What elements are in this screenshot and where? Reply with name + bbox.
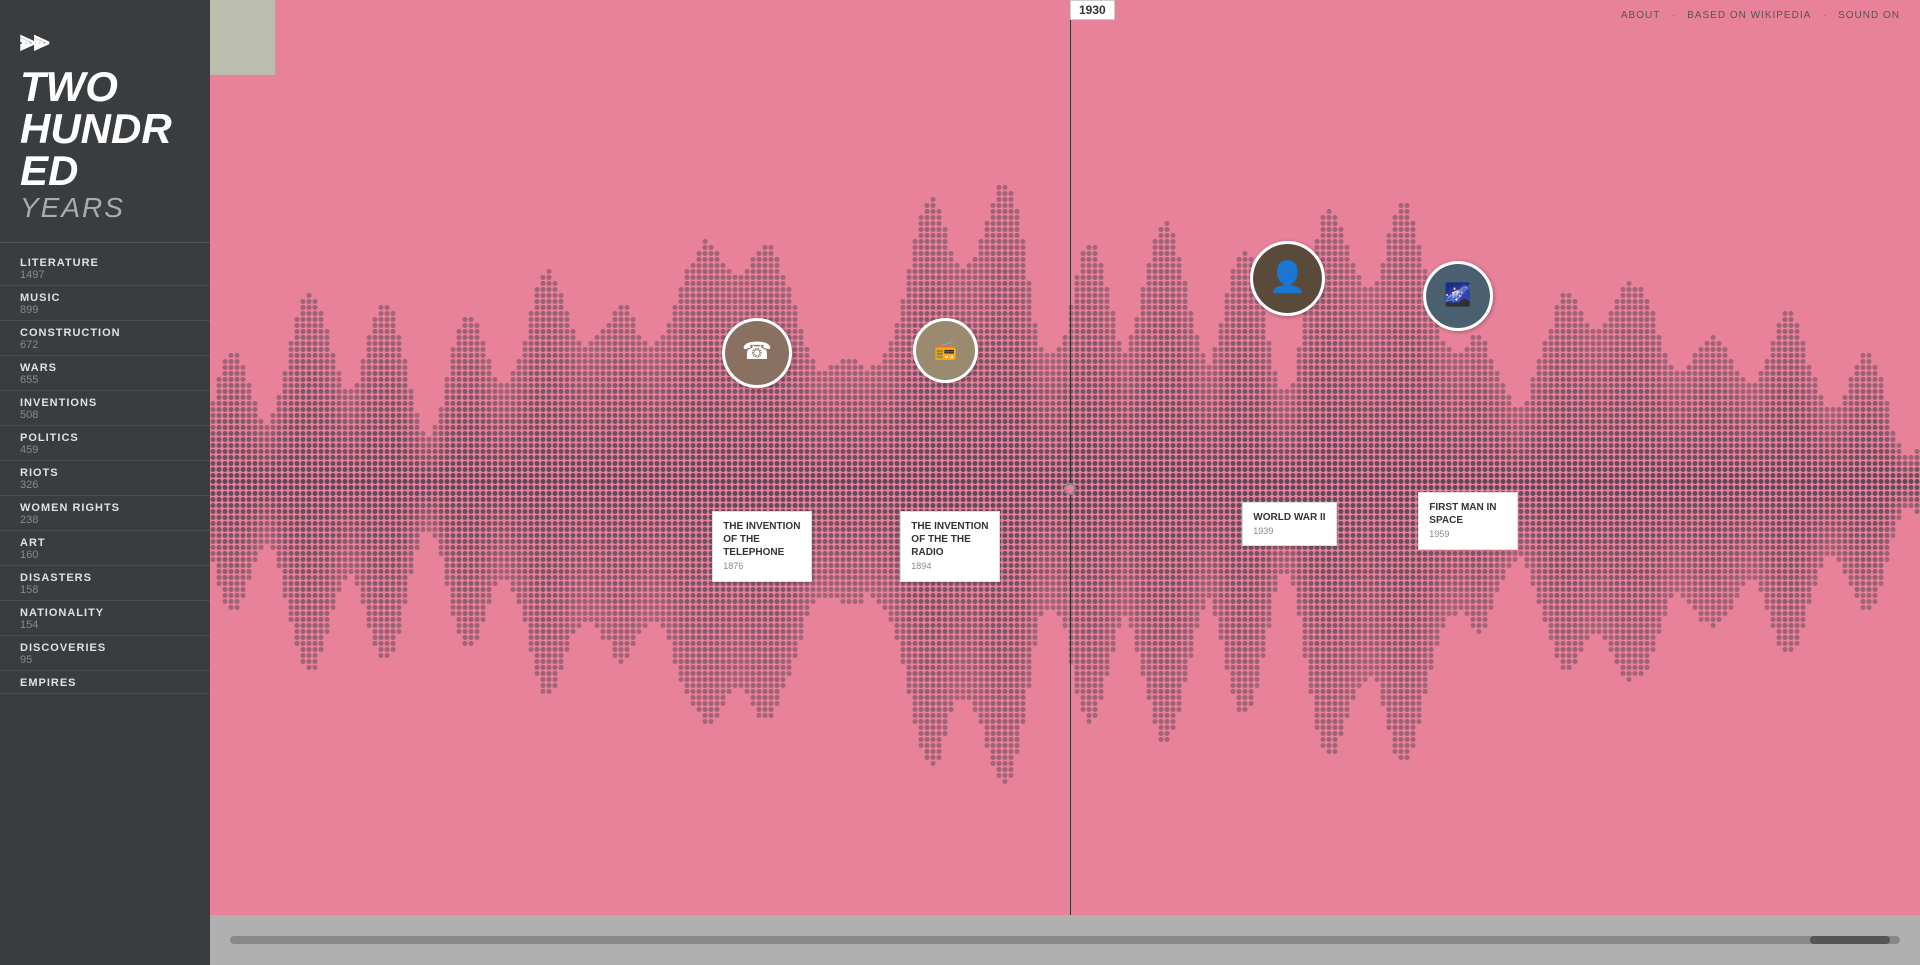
sidebar-item-music[interactable]: MUSIC 899 bbox=[0, 286, 210, 321]
event-card-telephone[interactable]: THE INVENTION OF THE TELEPHONE 1876 bbox=[712, 511, 812, 582]
waveform-svg bbox=[210, 50, 1920, 915]
event-title-radio: THE INVENTION OF THE THE RADIO bbox=[911, 521, 988, 558]
sidebar-count-construction: 672 bbox=[20, 339, 190, 351]
scrollbar-track[interactable] bbox=[230, 936, 1900, 944]
app-subtitle: YEARS bbox=[20, 192, 190, 224]
sidebar-label-nationality: NATIONALITY bbox=[20, 607, 190, 619]
sidebar-item-wars[interactable]: WARS 655 bbox=[0, 356, 210, 391]
sidebar-item-art[interactable]: ART 160 bbox=[0, 531, 210, 566]
sidebar-label-women-rights: WOMEN RIGHTS bbox=[20, 502, 190, 514]
event-title-telephone: THE INVENTION OF THE TELEPHONE bbox=[723, 521, 800, 558]
sidebar-count-discoveries: 95 bbox=[20, 654, 190, 666]
sidebar-item-women-rights[interactable]: WOMEN RIGHTS 238 bbox=[0, 496, 210, 531]
sidebar-label-disasters: DISASTERS bbox=[20, 572, 190, 584]
about-link[interactable]: ABOUT bbox=[1621, 10, 1660, 21]
sidebar-count-nationality: 154 bbox=[20, 619, 190, 631]
sidebar-label-empires: EMPIRES bbox=[20, 677, 190, 689]
event-title-wwii: WORLD WAR II bbox=[1253, 512, 1325, 523]
nav-links: ABOUT • BASED ON WIKIPEDIA • SOUND ON bbox=[1621, 10, 1900, 21]
main-content: ABOUT • BASED ON WIKIPEDIA • SOUND ON 19… bbox=[210, 0, 1920, 965]
event-year-radio: 1894 bbox=[911, 561, 989, 573]
sidebar-item-nationality[interactable]: NATIONALITY 154 bbox=[0, 601, 210, 636]
event-title-space: FIRST MAN IN SPACE bbox=[1429, 502, 1496, 526]
event-card-wwii[interactable]: WORLD WAR II 1939 bbox=[1242, 502, 1336, 547]
timeline-dot bbox=[1064, 483, 1076, 495]
sidebar-label-wars: WARS bbox=[20, 362, 190, 374]
nav-dot-1: • bbox=[1672, 11, 1675, 20]
sidebar-count-riots: 326 bbox=[20, 479, 190, 491]
sidebar-label-literature: LITERATURE bbox=[20, 257, 190, 269]
sidebar-label-music: MUSIC bbox=[20, 292, 190, 304]
logo-area: ⫸⫸ TWO HUNDR ED YEARS bbox=[0, 10, 210, 234]
event-card-space[interactable]: FIRST MAN IN SPACE 1959 bbox=[1418, 492, 1518, 550]
sidebar-label-art: ART bbox=[20, 537, 190, 549]
event-year-space: 1959 bbox=[1429, 529, 1507, 541]
sidebar-label-inventions: INVENTIONS bbox=[20, 397, 190, 409]
sidebar-count-politics: 459 bbox=[20, 444, 190, 456]
top-navigation: ABOUT • BASED ON WIKIPEDIA • SOUND ON bbox=[210, 0, 1920, 30]
sidebar-count-art: 160 bbox=[20, 549, 190, 561]
year-indicator: 1930 bbox=[1070, 0, 1115, 20]
sidebar-item-inventions[interactable]: INVENTIONS 508 bbox=[0, 391, 210, 426]
sidebar-count-literature: 1497 bbox=[20, 269, 190, 281]
sidebar-item-construction[interactable]: CONSTRUCTION 672 bbox=[0, 321, 210, 356]
event-circle-space[interactable]: 🌌 bbox=[1423, 261, 1493, 331]
waveform-visualization[interactable] bbox=[210, 50, 1920, 915]
event-year-wwii: 1939 bbox=[1253, 526, 1325, 538]
sidebar-count-wars: 655 bbox=[20, 374, 190, 386]
event-year-telephone: 1876 bbox=[723, 561, 801, 573]
sidebar-item-riots[interactable]: RIOTS 326 bbox=[0, 461, 210, 496]
nav-dot-2: • bbox=[1823, 11, 1826, 20]
sidebar-item-disasters[interactable]: DISASTERS 158 bbox=[0, 566, 210, 601]
app-title: TWO HUNDR ED bbox=[20, 66, 190, 192]
sidebar-label-riots: RIOTS bbox=[20, 467, 190, 479]
sidebar-count-inventions: 508 bbox=[20, 409, 190, 421]
bottom-scrollbar[interactable] bbox=[210, 915, 1920, 965]
sidebar-count-women-rights: 238 bbox=[20, 514, 190, 526]
sidebar-item-politics[interactable]: POLITICS 459 bbox=[0, 426, 210, 461]
logo-icon: ⫸⫸ bbox=[20, 25, 190, 58]
sidebar-item-literature[interactable]: LITERATURE 1497 bbox=[0, 251, 210, 286]
wikipedia-link[interactable]: BASED ON WIKIPEDIA bbox=[1687, 10, 1811, 21]
sound-toggle[interactable]: SOUND ON bbox=[1838, 10, 1900, 21]
sidebar-count-disasters: 158 bbox=[20, 584, 190, 596]
sidebar-label-construction: CONSTRUCTION bbox=[20, 327, 190, 339]
sidebar-item-discoveries[interactable]: DISCOVERIES 95 bbox=[0, 636, 210, 671]
sidebar-label-politics: POLITICS bbox=[20, 432, 190, 444]
sidebar-count-music: 899 bbox=[20, 304, 190, 316]
sidebar-label-discoveries: DISCOVERIES bbox=[20, 642, 190, 654]
scrollbar-thumb[interactable] bbox=[1810, 936, 1890, 944]
event-card-radio[interactable]: THE INVENTION OF THE THE RADIO 1894 bbox=[900, 511, 1000, 582]
sidebar-item-empires[interactable]: EMPIRES bbox=[0, 671, 210, 694]
sidebar: ⫸⫸ TWO HUNDR ED YEARS LITERATURE 1497 MU… bbox=[0, 0, 210, 965]
